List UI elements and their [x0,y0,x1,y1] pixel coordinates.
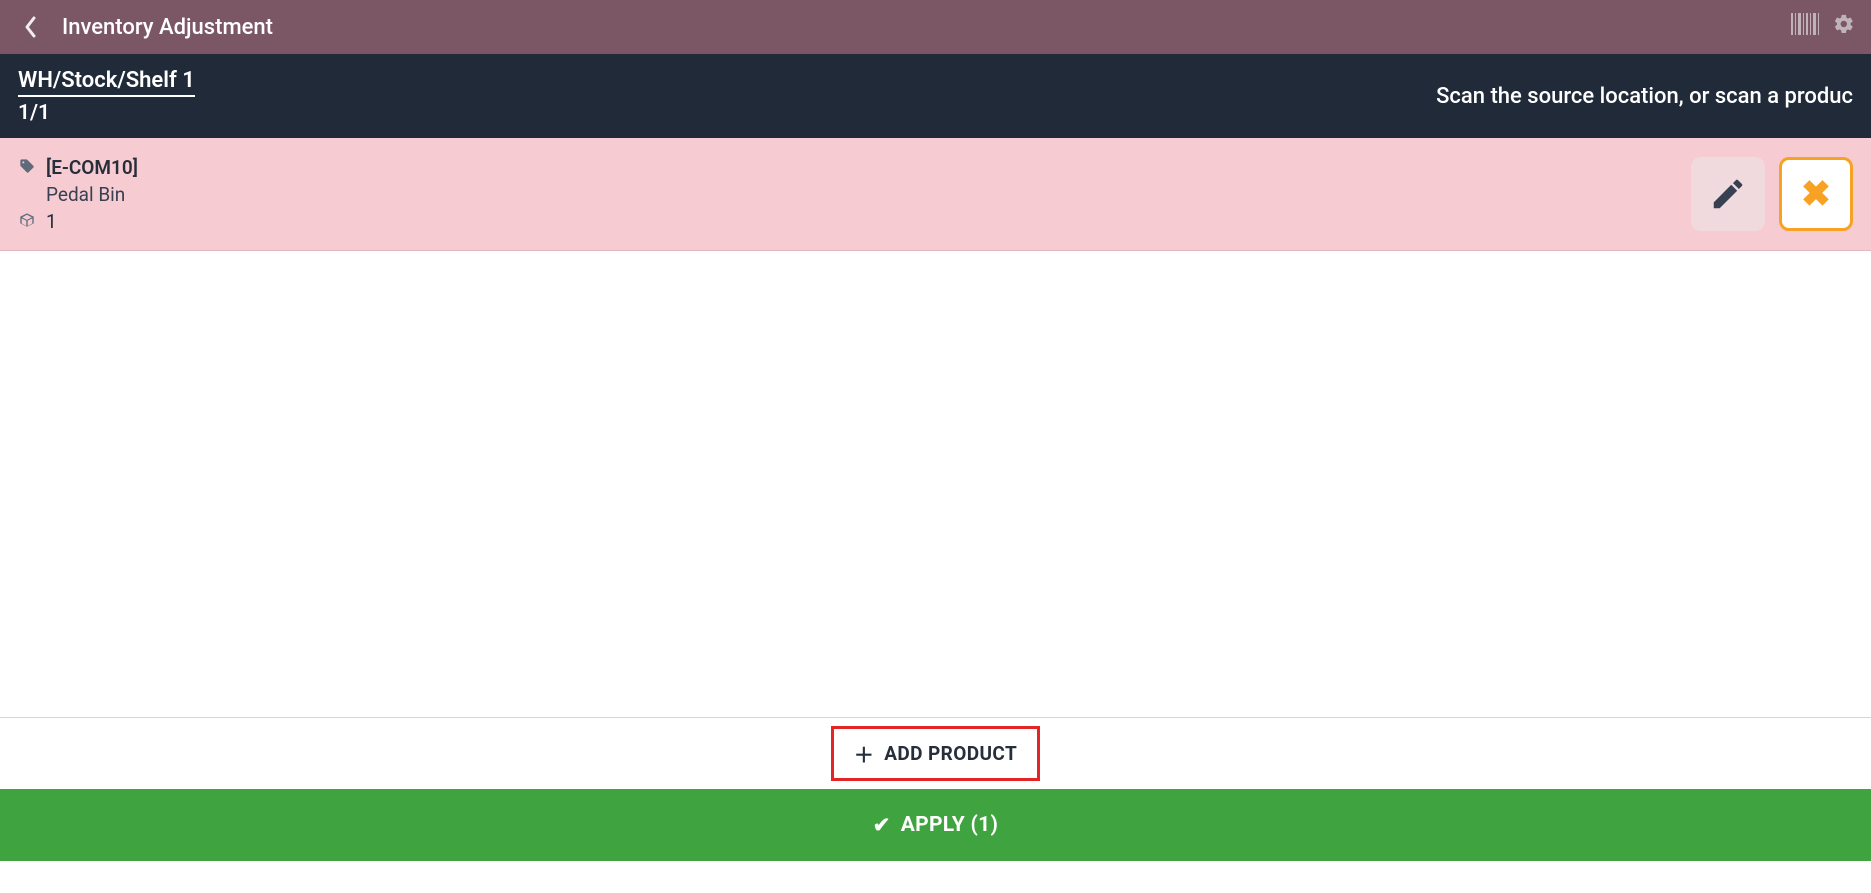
gear-svg-icon [1833,13,1855,35]
gear-icon[interactable] [1833,13,1855,41]
product-name: Pedal Bin [46,183,138,206]
add-product-section: ＋ ADD PRODUCT [0,717,1871,789]
page-counter: 1/1 [18,101,195,125]
product-reference-line: [E-COM10] [18,156,138,179]
barcode-svg-icon [1791,13,1819,35]
sub-header: WH/Stock/Shelf 1 1/1 Scan the source loc… [0,54,1871,138]
product-actions: ✖ [1691,157,1853,231]
barcode-icon[interactable] [1791,13,1819,41]
top-bar: Inventory Adjustment [0,0,1871,54]
back-button[interactable] [16,15,46,39]
page-title: Inventory Adjustment [62,15,273,40]
product-reference: [E-COM10] [46,156,138,179]
chevron-left-icon [23,15,39,39]
product-qty-line: 1 [18,210,138,233]
product-info: [E-COM10] Pedal Bin 1 [18,156,138,233]
box-icon [18,210,36,233]
edit-button[interactable] [1691,157,1765,231]
check-icon: ✔ [873,813,891,838]
plus-icon: ＋ [854,739,874,768]
close-icon: ✖ [1801,173,1831,215]
sub-header-left: WH/Stock/Shelf 1 1/1 [18,68,195,125]
tag-icon [18,156,36,179]
delete-button[interactable]: ✖ [1779,157,1853,231]
add-product-button[interactable]: ＋ ADD PRODUCT [831,726,1040,781]
apply-label: APPLY (1) [901,813,999,837]
content-area [0,251,1871,717]
apply-button[interactable]: ✔ APPLY (1) [0,789,1871,861]
top-right-controls [1791,13,1855,41]
pencil-icon [1709,175,1747,213]
product-row[interactable]: [E-COM10] Pedal Bin 1 ✖ [0,138,1871,251]
scan-hint: Scan the source location, or scan a prod… [1436,84,1853,109]
product-quantity: 1 [46,210,57,233]
add-product-label: ADD PRODUCT [884,742,1017,765]
location-path[interactable]: WH/Stock/Shelf 1 [18,68,195,97]
